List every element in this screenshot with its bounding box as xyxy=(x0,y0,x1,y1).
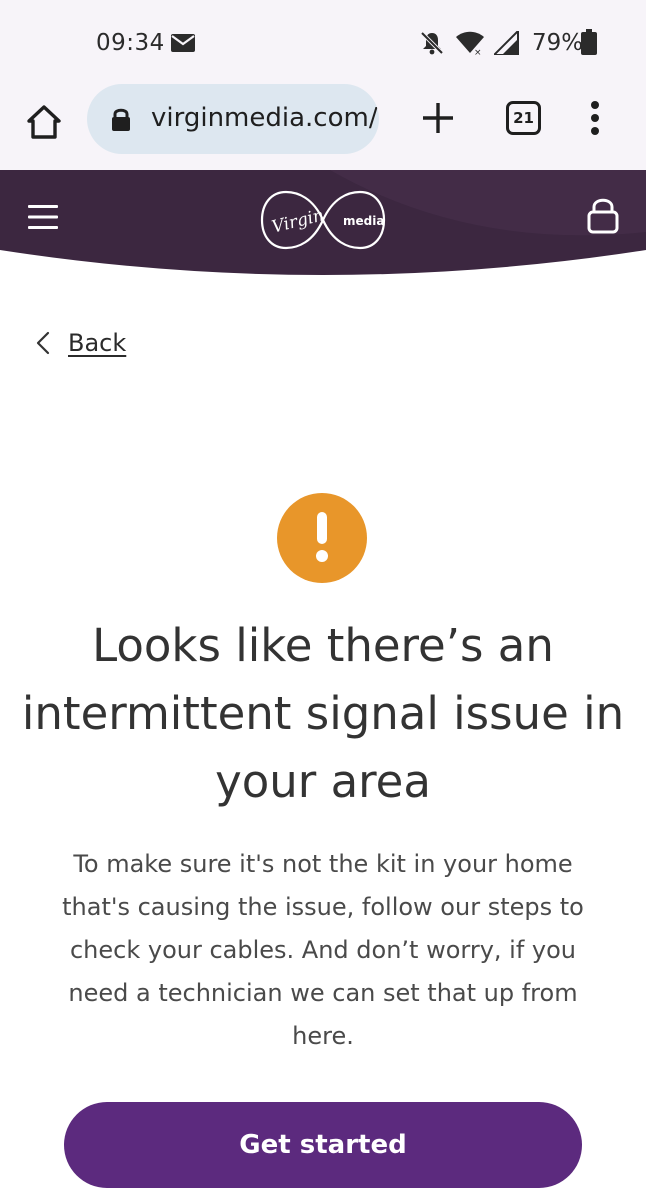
hamburger-menu-icon xyxy=(28,205,58,229)
back-link[interactable]: Back xyxy=(36,323,126,363)
more-vert-icon xyxy=(591,101,599,135)
svg-text:×: × xyxy=(474,48,482,55)
tab-count: 21 xyxy=(513,109,534,127)
tab-switcher-button[interactable]: 21 xyxy=(506,101,541,135)
battery-icon xyxy=(581,29,597,59)
browser-menu-button[interactable] xyxy=(588,98,602,138)
virgin-media-logo[interactable]: Virgin media xyxy=(258,184,388,260)
svg-text:Virgin: Virgin xyxy=(270,205,326,237)
status-time: 09:34 xyxy=(96,30,165,56)
chevron-left-icon xyxy=(36,331,50,355)
home-button[interactable] xyxy=(24,102,64,142)
new-tab-button[interactable] xyxy=(420,100,456,136)
site-header: Virgin media xyxy=(0,170,646,280)
wifi-icon: × xyxy=(456,31,484,59)
plus-icon xyxy=(423,103,453,133)
back-label: Back xyxy=(68,329,127,357)
url-text: virginmedia.com/ xyxy=(151,103,378,133)
status-bar: 09:34 × 79% xyxy=(0,0,646,84)
svg-text:media: media xyxy=(343,214,384,228)
home-icon xyxy=(27,105,61,139)
get-started-button[interactable]: Get started xyxy=(64,1102,582,1188)
description-text: To make sure it's not the kit in your ho… xyxy=(62,850,584,1050)
lock-icon xyxy=(111,107,131,135)
cell-signal-icon xyxy=(491,28,520,59)
hamburger-menu-button[interactable] xyxy=(28,204,58,230)
exclamation-icon xyxy=(277,493,367,583)
account-login-button[interactable] xyxy=(586,196,620,238)
battery-percent: 79% xyxy=(532,30,584,56)
padlock-icon xyxy=(587,198,619,234)
page-title: Looks like there’s an intermittent signa… xyxy=(21,619,625,808)
address-bar[interactable]: virginmedia.com/ xyxy=(87,84,379,154)
notifications-muted-icon xyxy=(420,31,444,59)
mail-icon xyxy=(171,34,195,56)
browser-toolbar: virginmedia.com/ 21 xyxy=(0,84,646,170)
